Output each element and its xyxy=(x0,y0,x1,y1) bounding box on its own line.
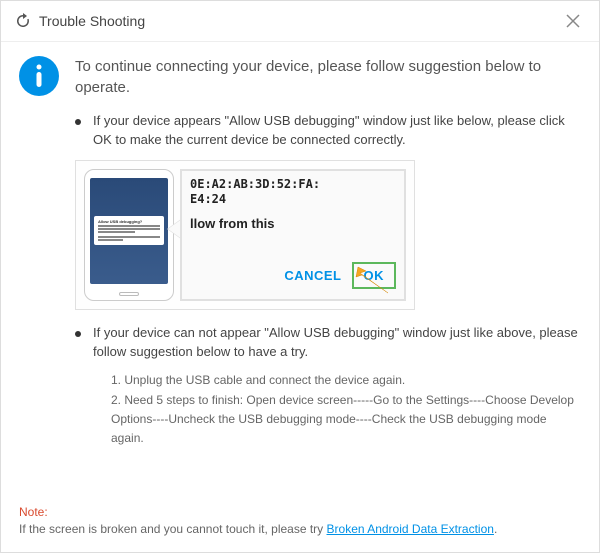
note-period: . xyxy=(494,522,497,536)
footer-note: Note: If the screen is broken and you ca… xyxy=(19,504,581,538)
troubleshooting-dialog: Trouble Shooting To continue connecting … xyxy=(0,0,600,553)
close-icon xyxy=(565,13,581,29)
instruction-1-text: If your device appears "Allow USB debugg… xyxy=(93,112,581,150)
bullet-icon xyxy=(75,119,81,125)
phone-screen: Allow USB debugging? xyxy=(90,178,168,284)
close-button[interactable] xyxy=(561,9,585,33)
phone-popup: Allow USB debugging? xyxy=(94,216,164,245)
zoom-panel: 0E:A2:AB:3D:52:FA: E4:24 llow from this … xyxy=(180,169,406,301)
mac-address-line-1: 0E:A2:AB:3D:52:FA: xyxy=(190,177,396,193)
refresh-icon xyxy=(15,13,31,29)
zoom-buttons: CANCEL OK xyxy=(190,262,396,293)
step-2: 2. Need 5 steps to finish: Open device s… xyxy=(111,391,581,449)
step-1: 1. Unplug the USB cable and connect the … xyxy=(111,371,581,390)
note-label: Note: xyxy=(19,504,581,521)
instruction-2-steps: 1. Unplug the USB cable and connect the … xyxy=(93,371,581,448)
instruction-item-1: If your device appears "Allow USB debugg… xyxy=(19,112,581,150)
bullet-icon xyxy=(75,331,81,337)
instruction-2-body: If your device can not appear "Allow USB… xyxy=(93,324,581,448)
instruction-item-2: If your device can not appear "Allow USB… xyxy=(19,324,581,448)
heading-row: To continue connecting your device, plea… xyxy=(19,56,581,98)
cancel-button-sample: CANCEL xyxy=(284,268,341,283)
dialog-title: Trouble Shooting xyxy=(39,13,145,29)
info-icon xyxy=(19,56,59,96)
broken-android-link[interactable]: Broken Android Data Extraction xyxy=(327,522,494,536)
dialog-content: To continue connecting your device, plea… xyxy=(1,42,599,448)
phone-home-button xyxy=(119,292,139,296)
instruction-2-text: If your device can not appear "Allow USB… xyxy=(93,324,581,362)
titlebar: Trouble Shooting xyxy=(1,1,599,42)
mac-address-line-2: E4:24 xyxy=(190,192,396,208)
heading-text: To continue connecting your device, plea… xyxy=(75,56,581,98)
zoom-prompt-text: llow from this xyxy=(190,216,396,231)
note-text: If the screen is broken and you cannot t… xyxy=(19,522,327,536)
ok-button-sample: OK xyxy=(352,262,397,289)
phone-mockup: Allow USB debugging? xyxy=(84,169,174,301)
popup-title: Allow USB debugging? xyxy=(98,219,160,224)
usb-debugging-illustration: Allow USB debugging? 0E:A2:AB:3D:52:FA: … xyxy=(75,160,415,310)
